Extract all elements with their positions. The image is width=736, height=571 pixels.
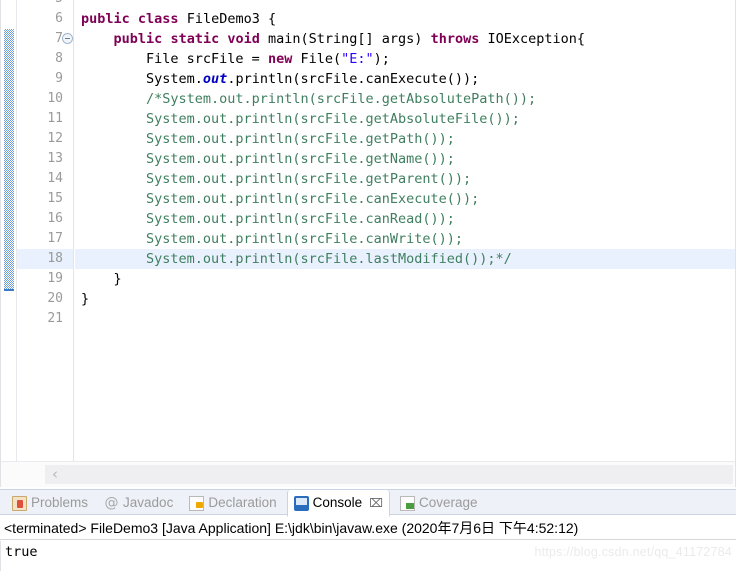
tab-label: Coverage — [418, 495, 478, 510]
console-icon — [293, 495, 309, 511]
code-line[interactable]: System.out.println(srcFile.canRead()); — [75, 209, 735, 229]
fold-collapse-icon[interactable] — [62, 33, 73, 44]
gutter-line: 18 — [17, 249, 73, 269]
declaration-icon — [189, 495, 205, 511]
code-line-text: File srcFile = new File("E:"); — [81, 51, 390, 67]
tab-label: Javadoc — [123, 495, 174, 510]
tab-coverage[interactable]: Coverage — [394, 490, 484, 516]
code-line-text: System.out.println(srcFile.lastModified(… — [81, 251, 512, 267]
code-line[interactable]: /*System.out.println(srcFile.getAbsolute… — [75, 89, 735, 109]
code-line-text: /*System.out.println(srcFile.getAbsolute… — [81, 91, 537, 107]
gutter-line: 6 — [17, 9, 73, 29]
code-line[interactable] — [75, 309, 735, 329]
code-text-area[interactable]: public class FileDemo3 { public static v… — [75, 0, 735, 461]
gutter-line: 19 — [17, 269, 73, 289]
problems-icon — [12, 495, 27, 511]
console-output-text: true — [5, 544, 38, 560]
line-number: 14 — [47, 171, 63, 186]
tab-label: Console — [312, 495, 363, 510]
code-line[interactable]: public static void main(String[] args) t… — [75, 29, 735, 49]
code-line-text: System.out.println(srcFile.getAbsoluteFi… — [81, 111, 520, 127]
watermark-text: https://blog.csdn.net/qq_41172784 — [534, 545, 732, 559]
gutter-line: 15 — [17, 189, 73, 209]
gutter-line: 17 — [17, 229, 73, 249]
gutter-line: 20 — [17, 289, 73, 309]
tab-javadoc[interactable]: @ Javadoc — [98, 490, 179, 516]
code-line[interactable]: } — [75, 269, 735, 289]
code-line-text: System.out.println(srcFile.getParent()); — [81, 171, 472, 187]
code-line-text: } — [81, 291, 90, 307]
code-line-text: public class FileDemo3 { — [81, 11, 277, 27]
line-number: 21 — [47, 311, 63, 326]
tab-label: Declaration — [208, 495, 277, 510]
line-number: 11 — [47, 111, 63, 126]
code-line[interactable]: File srcFile = new File("E:"); — [75, 49, 735, 69]
line-number: 15 — [47, 191, 63, 206]
scrollbar-track[interactable] — [45, 465, 733, 484]
tab-label: Problems — [31, 495, 89, 510]
code-line[interactable]: System.out.println(srcFile.getAbsoluteFi… — [75, 109, 735, 129]
code-line-text: } — [81, 271, 122, 287]
view-tab-bar[interactable]: Problems @ Javadoc Declaration Console ⌧ Cover… — [0, 489, 736, 517]
line-number-gutter[interactable]: 5 6 7 8 9 10 11 12 13 14 15 16 17 18 19 20 21 — [17, 0, 74, 461]
code-line-text: System.out.println(srcFile.canWrite()); — [81, 231, 464, 247]
line-number: 18 — [47, 251, 63, 266]
line-number: 10 — [47, 91, 63, 106]
line-number: 13 — [47, 151, 63, 166]
line-number: 8 — [55, 51, 63, 66]
tab-declaration[interactable]: Declaration — [183, 490, 282, 516]
gutter-line: 16 — [17, 209, 73, 229]
line-number: 16 — [47, 211, 63, 226]
code-line[interactable]: System.out.println(srcFile.getPath()); — [75, 129, 735, 149]
line-number: 19 — [47, 271, 63, 286]
line-number: 5 — [17, 0, 63, 9]
gutter-line: 11 — [17, 109, 73, 129]
gutter-line: 21 — [17, 309, 73, 329]
line-number: 20 — [47, 291, 63, 306]
code-line[interactable]: System.out.println(srcFile.canExecute())… — [75, 69, 735, 89]
code-editor[interactable]: 5 6 7 8 9 10 11 12 13 14 15 16 17 18 19 20 21 public cla… — [0, 0, 736, 487]
console-panel: Problems @ Javadoc Declaration Console ⌧ Cover… — [0, 489, 736, 571]
close-icon[interactable]: ⌧ — [369, 496, 383, 510]
code-line[interactable]: public class FileDemo3 { — [75, 9, 735, 29]
method-range-indicator — [4, 29, 14, 291]
horizontal-scrollbar[interactable]: ‹ — [1, 461, 735, 487]
code-line-text: System.out.println(srcFile.canExecute())… — [81, 71, 480, 87]
code-line[interactable]: System.out.println(srcFile.canWrite()); — [75, 229, 735, 249]
code-line-text: System.out.println(srcFile.canRead()); — [81, 211, 455, 227]
line-number: 9 — [55, 71, 63, 86]
console-output-area[interactable]: true https://blog.csdn.net/qq_41172784 — [0, 541, 736, 571]
coverage-icon — [399, 495, 415, 511]
line-number: 6 — [55, 11, 63, 26]
code-line-text: System.out.println(srcFile.getName()); — [81, 151, 455, 167]
gutter-line: 14 — [17, 169, 73, 189]
gutter-line: 9 — [17, 69, 73, 89]
editor-viewport[interactable]: 5 6 7 8 9 10 11 12 13 14 15 16 17 18 19 20 21 public cla… — [1, 0, 735, 461]
gutter-line: 7 — [17, 29, 73, 49]
gutter-line: 13 — [17, 149, 73, 169]
line-number: 7 — [55, 31, 63, 46]
code-line-text: System.out.println(srcFile.getPath()); — [81, 131, 455, 147]
gutter-line: 8 — [17, 49, 73, 69]
terminated-status-line: <terminated> FileDemo3 [Java Application… — [0, 516, 736, 540]
gutter-line: 12 — [17, 129, 73, 149]
code-line[interactable]: System.out.println(srcFile.canExecute())… — [75, 189, 735, 209]
annotation-ruler[interactable] — [1, 0, 17, 461]
code-line-text: System.out.println(srcFile.canExecute())… — [81, 191, 480, 207]
code-line-text: public static void main(String[] args) t… — [113, 31, 586, 47]
line-number: 12 — [47, 131, 63, 146]
code-line[interactable] — [75, 0, 735, 9]
gutter-line: 10 — [17, 89, 73, 109]
scroll-left-icon[interactable]: ‹ — [47, 467, 63, 483]
code-line[interactable]: } — [75, 289, 735, 309]
line-number: 17 — [47, 231, 63, 246]
javadoc-at-icon: @ — [104, 494, 119, 511]
gutter-line: 5 — [17, 0, 73, 9]
eclipse-window: 5 6 7 8 9 10 11 12 13 14 15 16 17 18 19 20 21 public cla… — [0, 0, 736, 571]
code-line[interactable]: System.out.println(srcFile.getParent()); — [75, 169, 735, 189]
tab-console[interactable]: Console ⌧ — [286, 490, 390, 517]
tab-problems[interactable]: Problems — [6, 490, 94, 516]
code-line[interactable]: System.out.println(srcFile.lastModified(… — [75, 249, 735, 269]
code-line[interactable]: System.out.println(srcFile.getName()); — [75, 149, 735, 169]
